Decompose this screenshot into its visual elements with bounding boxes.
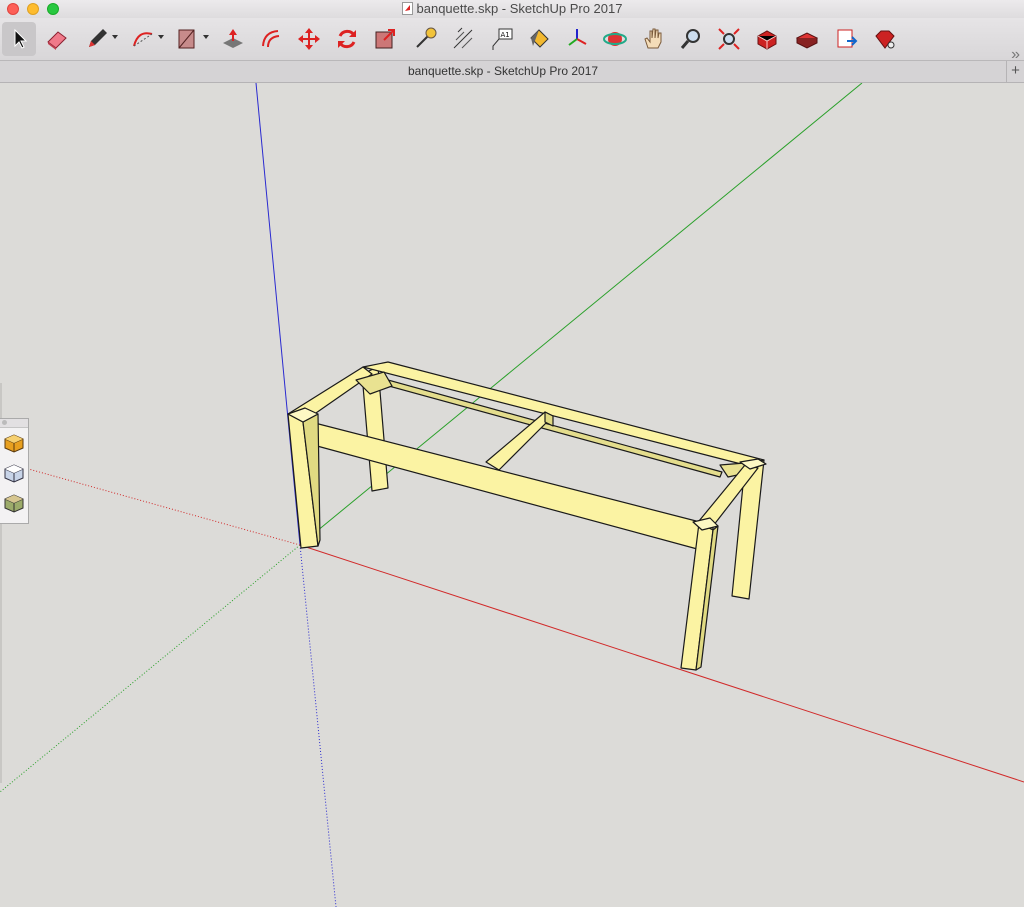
paint-bucket-tool-button[interactable] [522,22,556,56]
pan-tool-button[interactable] [636,22,670,56]
window-title: banquette.skp - SketchUp Pro 2017 [416,1,623,16]
styles-palette [0,418,29,524]
pan-icon [644,28,662,49]
eraser-tool-button[interactable] [40,22,74,56]
pencil-tool-button[interactable] [80,22,114,56]
3d-warehouse-icon [757,30,777,50]
back-rail[interactable] [362,361,765,466]
3d-warehouse-button[interactable] [750,22,784,56]
palette-close-button[interactable] [2,420,7,425]
rotate-tool-button[interactable] [330,22,364,56]
extension-manager-button[interactable] [868,22,902,56]
large-tool-set-toolbar: A1 » [0,18,1024,63]
arc-dropdown-caret[interactable] [158,35,164,39]
shaded-style-icon [4,434,23,453]
move-icon [298,28,320,50]
new-tab-button[interactable]: + [1006,61,1024,82]
title-bar: banquette.skp - SketchUp Pro 2017 [0,0,1024,18]
zoom-tool-button[interactable] [674,22,708,56]
model-scene[interactable] [0,83,1024,907]
paint-bucket-icon [530,29,549,48]
sketchup-document-icon [401,2,413,15]
scale-tool-button[interactable] [368,22,402,56]
offset-icon [262,30,280,48]
rectangle-tool-button[interactable] [170,22,204,56]
blue-axis-negative [299,544,337,907]
document-tab[interactable]: banquette.skp - SketchUp Pro 2017 [0,64,1006,78]
hidden-line-style-button[interactable] [0,458,27,488]
rotate-icon [338,29,356,49]
push-pull-tool-button[interactable] [216,22,250,56]
axes-icon [568,29,587,46]
arc-tool-button[interactable] [126,22,160,56]
pencil-icon [89,29,107,47]
palette-header[interactable] [0,419,28,428]
arc-icon [133,32,153,47]
textured-style-button[interactable] [0,488,27,518]
tape-measure-icon [416,27,437,48]
text-tool-button[interactable]: A1 [484,22,518,56]
banquette-frame-model[interactable] [287,361,767,671]
pencil-dropdown-caret[interactable] [112,35,118,39]
tape-measure-tool-button[interactable] [408,22,442,56]
textured-style-icon [4,494,23,513]
dimension-icon [453,27,473,49]
svg-text:A1: A1 [501,31,510,39]
zoom-extents-tool-button[interactable] [712,22,746,56]
eraser-icon [47,31,67,50]
zoom-icon [680,29,700,49]
extension-warehouse-icon [795,32,819,49]
dimension-tool-button[interactable] [446,22,480,56]
send-to-layout-button[interactable] [830,22,864,56]
axes-tool-button[interactable] [560,22,594,56]
green-axis-negative [0,544,301,793]
zoom-extents-icon [718,28,740,50]
offset-tool-button[interactable] [254,22,288,56]
move-tool-button[interactable] [292,22,326,56]
rectangle-dropdown-caret[interactable] [203,35,209,39]
select-icon [14,28,28,49]
orbit-icon [603,32,627,46]
red-axis-negative [0,460,301,546]
hidden-line-style-icon [4,464,23,483]
extension-warehouse-button[interactable] [790,22,824,56]
extension-manager-icon [875,30,895,49]
red-axis-positive [299,544,1024,783]
scale-icon [375,29,395,49]
model-viewport[interactable] [0,83,1024,907]
shaded-style-button[interactable] [0,428,27,458]
orbit-tool-button[interactable] [598,22,632,56]
window-title-group: banquette.skp - SketchUp Pro 2017 [0,1,1024,16]
text-icon: A1 [492,28,513,50]
push-pull-icon [223,29,243,48]
rectangle-icon [178,29,195,49]
layout-send-icon [837,29,858,48]
document-tab-bar: banquette.skp - SketchUp Pro 2017 + [0,61,1024,83]
select-tool-button[interactable] [2,22,36,56]
